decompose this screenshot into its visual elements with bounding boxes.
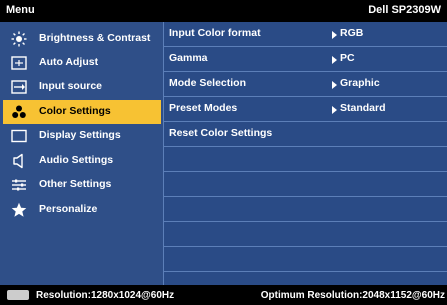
- setting-row-reset-color-settings[interactable]: Reset Color Settings: [164, 122, 447, 147]
- empty-row: [164, 197, 447, 222]
- display-settings-icon: [11, 129, 27, 143]
- arrow-right-icon: [332, 106, 337, 114]
- setting-row-input-color-format[interactable]: Input Color format RGB: [164, 22, 447, 47]
- menu-item-label: Input source: [39, 80, 103, 92]
- setting-value: PC: [340, 52, 355, 64]
- setting-value: Standard: [340, 102, 386, 114]
- setting-row-mode-selection[interactable]: Mode Selection Graphic: [164, 72, 447, 97]
- menu-item-label: Audio Settings: [39, 154, 114, 166]
- monitor-osd-menu: Menu Dell SP2309W Brightness & Contrast: [0, 0, 447, 305]
- sliders-icon: [12, 179, 26, 191]
- menu-item-color-settings[interactable]: Color Settings: [3, 100, 161, 124]
- empty-row: [164, 147, 447, 172]
- menu-item-label: Personalize: [39, 203, 98, 215]
- menu-item-label: Brightness & Contrast: [39, 32, 151, 44]
- menu-item-brightness-contrast[interactable]: Brightness & Contrast: [0, 27, 163, 51]
- input-source-icon: [11, 80, 27, 94]
- menu-item-label: Other Settings: [39, 178, 112, 190]
- setting-name: Preset Modes: [169, 102, 238, 114]
- menu-item-personalize[interactable]: Personalize: [0, 198, 163, 222]
- menu-item-label: Auto Adjust: [39, 56, 99, 68]
- settings-panel: Input Color format RGB Gamma PC Mode Sel…: [164, 22, 447, 285]
- menu-item-label: Color Settings: [39, 105, 111, 117]
- empty-row: [164, 222, 447, 247]
- color-settings-icon: [12, 105, 26, 118]
- empty-row: [164, 172, 447, 197]
- setting-value: RGB: [340, 27, 364, 39]
- current-resolution: Resolution:1280x1024@60Hz: [36, 290, 175, 301]
- arrow-right-icon: [332, 31, 337, 39]
- empty-row: [164, 247, 447, 272]
- auto-adjust-icon: [11, 56, 27, 70]
- setting-row-preset-modes[interactable]: Preset Modes Standard: [164, 97, 447, 122]
- arrow-right-icon: [332, 81, 337, 89]
- star-icon: [11, 202, 27, 217]
- monitor-model: Dell SP2309W: [368, 4, 441, 16]
- setting-name: Reset Color Settings: [169, 127, 273, 139]
- dvi-connector-icon: [7, 290, 29, 300]
- menu-item-other-settings[interactable]: Other Settings: [0, 173, 163, 197]
- menu-title: Menu: [6, 4, 35, 16]
- setting-value: Graphic: [340, 77, 380, 89]
- optimum-resolution: Optimum Resolution:2048x1152@60Hz: [260, 290, 445, 301]
- menu-item-auto-adjust[interactable]: Auto Adjust: [0, 51, 163, 75]
- title-bar: Menu Dell SP2309W: [0, 0, 447, 22]
- setting-name: Input Color format: [169, 27, 261, 39]
- setting-name: Mode Selection: [169, 77, 247, 89]
- menu-item-display-settings[interactable]: Display Settings: [0, 124, 163, 148]
- brightness-icon: [11, 31, 27, 47]
- setting-name: Gamma: [169, 52, 208, 64]
- menu-item-label: Display Settings: [39, 129, 121, 141]
- arrow-right-icon: [332, 56, 337, 64]
- menu-item-audio-settings[interactable]: Audio Settings: [0, 149, 163, 173]
- speaker-icon: [13, 153, 23, 169]
- setting-row-gamma[interactable]: Gamma PC: [164, 47, 447, 72]
- menu-item-input-source[interactable]: Input source: [0, 75, 163, 99]
- main-menu: Brightness & Contrast Auto Adjust Input …: [0, 22, 164, 285]
- status-bar: Resolution:1280x1024@60Hz Optimum Resolu…: [0, 286, 447, 305]
